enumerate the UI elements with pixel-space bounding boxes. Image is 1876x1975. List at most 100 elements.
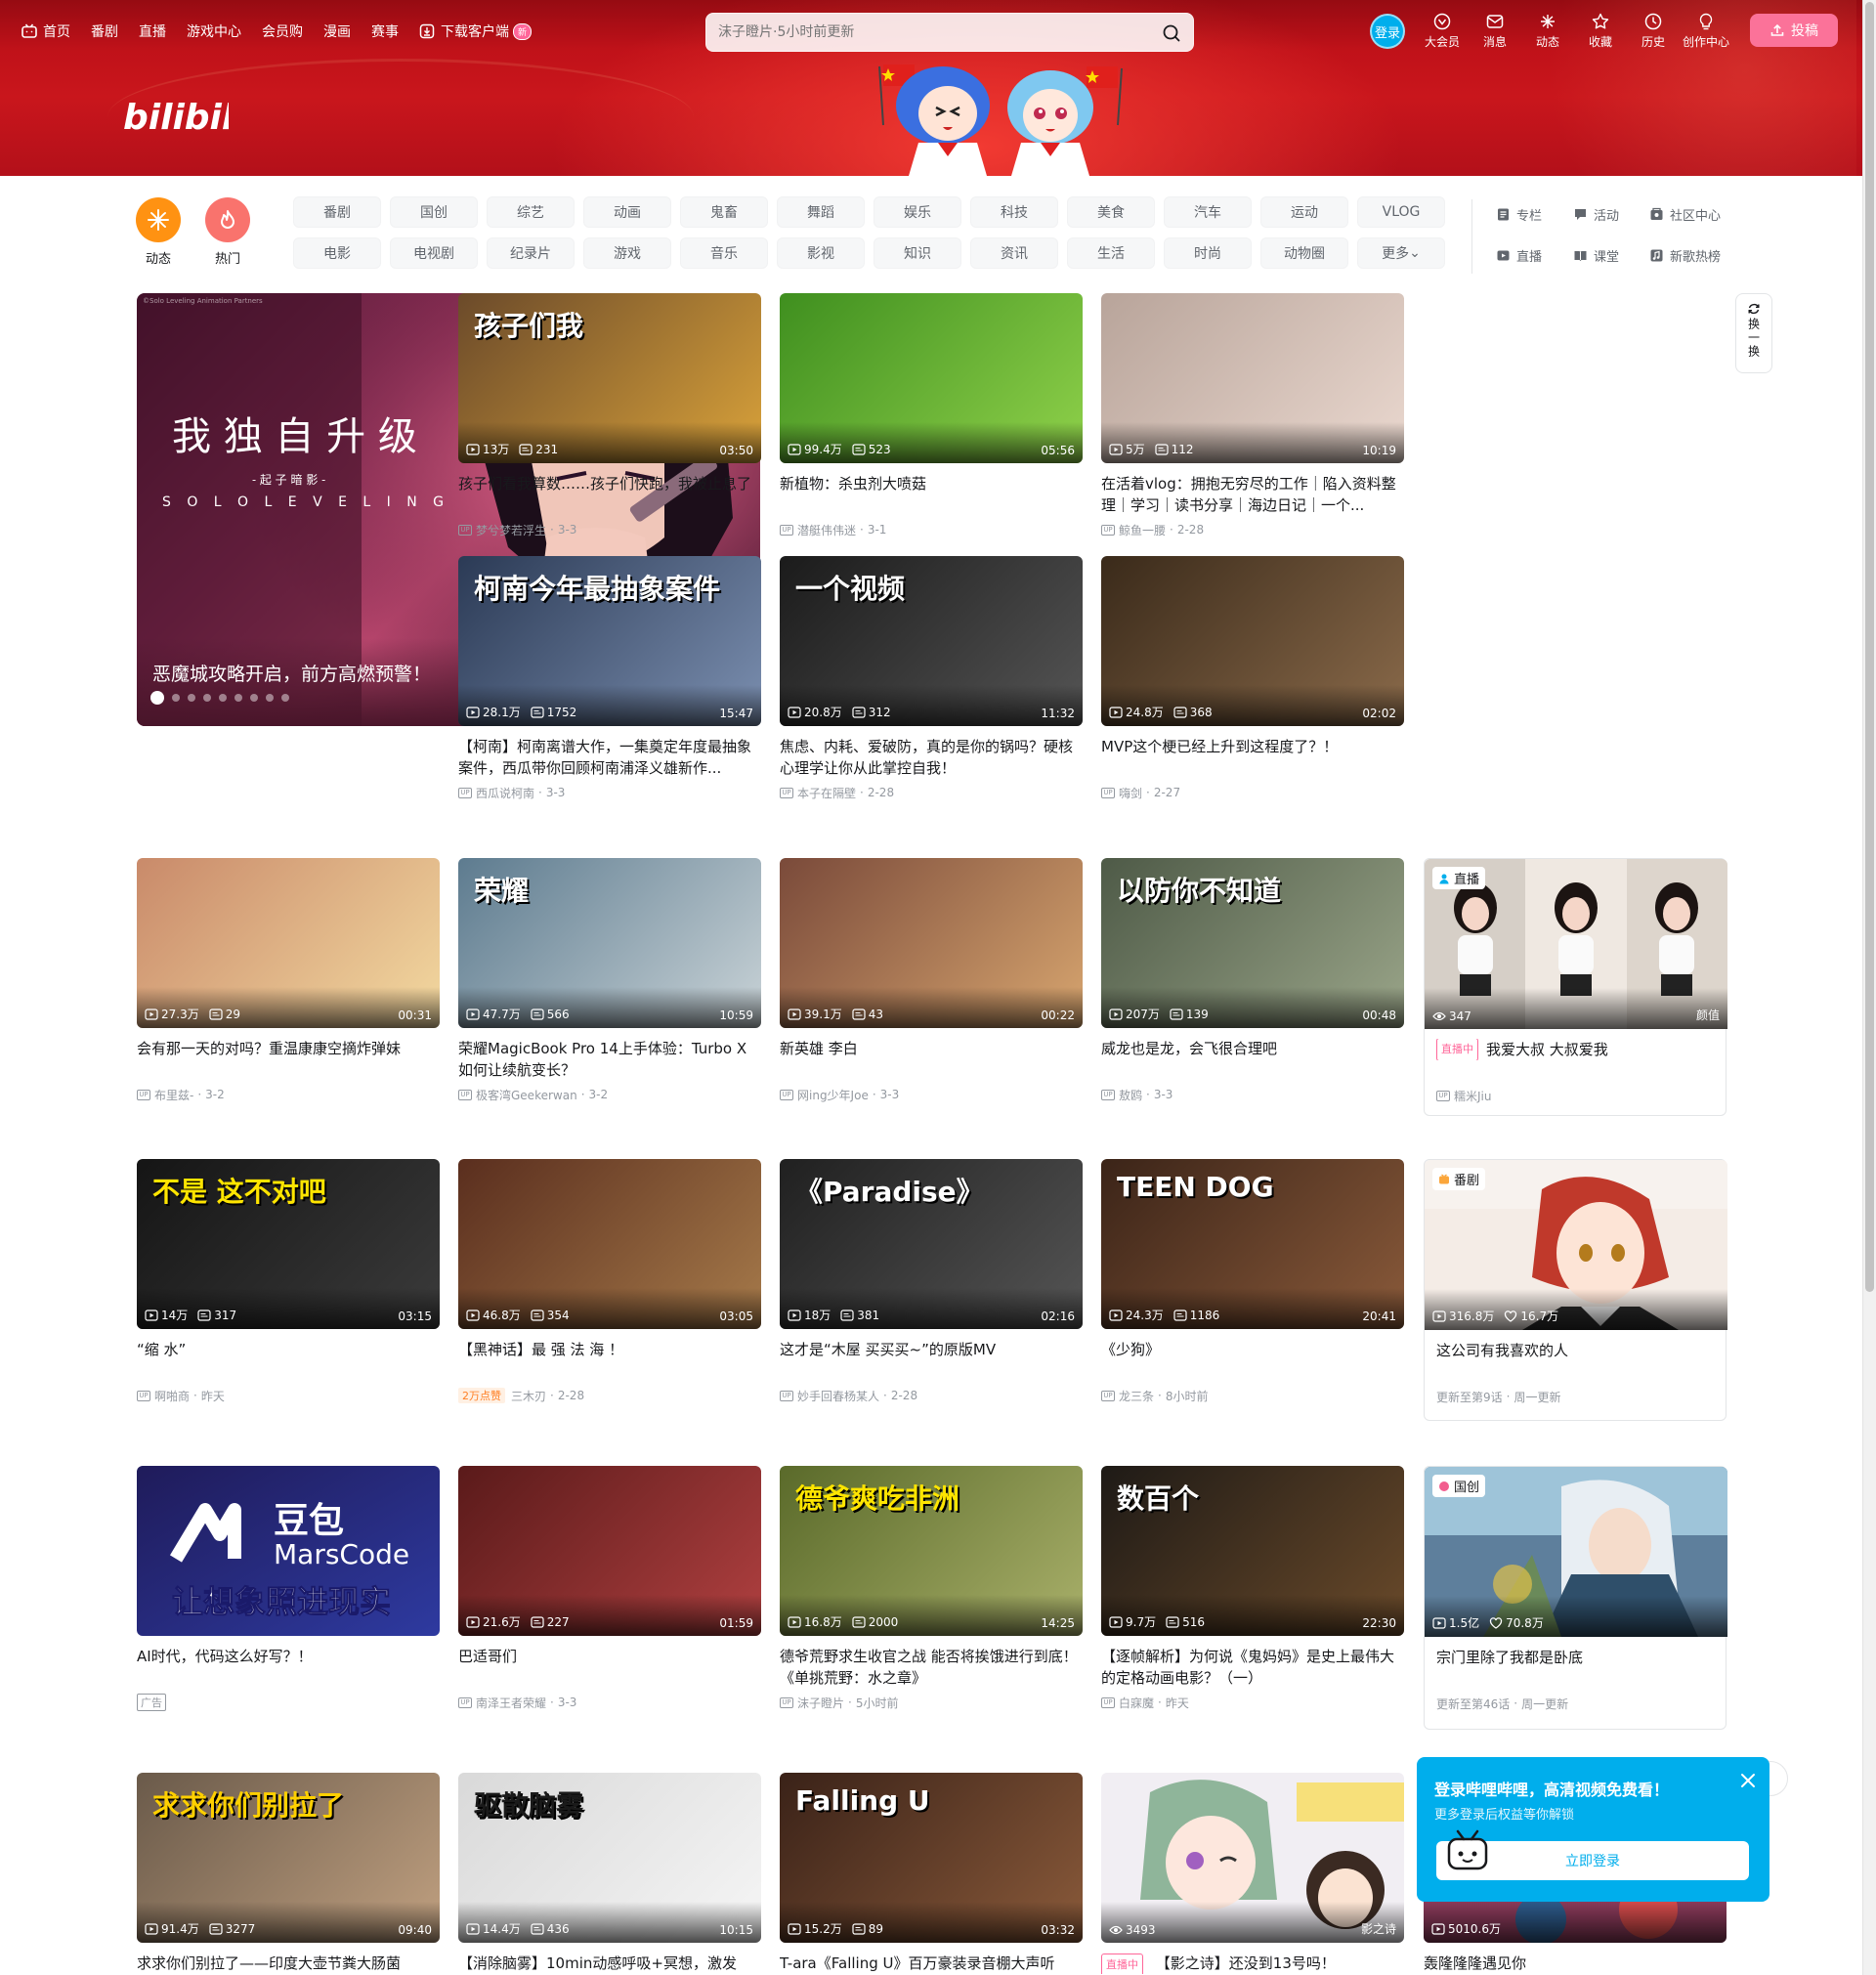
video-thumbnail[interactable]: 德爷爽吃非洲 16.8万 2000 14:25 <box>780 1466 1083 1636</box>
video-card[interactable]: 5万 112 10:19 在活着vlog：拥抱无穷尽的工作｜陷入资料整理｜学习｜读书分… <box>1101 293 1404 537</box>
nav-game-center[interactable]: 游戏中心 <box>187 21 241 41</box>
channel-chip[interactable]: 综艺 <box>487 196 575 228</box>
channel-chip[interactable]: 汽车 <box>1164 196 1252 228</box>
video-thumbnail[interactable]: 数百个 9.7万 516 22:30 <box>1101 1466 1404 1636</box>
carousel-dot[interactable] <box>188 694 195 702</box>
channel-chip[interactable]: 国创 <box>390 196 478 228</box>
carousel-dot[interactable] <box>234 694 242 702</box>
video-card[interactable]: 驱散脑雾 14.4万 436 10:15 【消除脑雾】10min动感呼吸+冥想，激发 <box>458 1773 761 1975</box>
up-name[interactable]: 敖鸥 <box>1119 1087 1142 1103</box>
nav-mall[interactable]: 会员购 <box>262 21 303 41</box>
up-name[interactable]: 南泽王者荣耀 <box>476 1695 546 1711</box>
channel-chip[interactable]: 鬼畜 <box>680 196 768 228</box>
video-title[interactable]: 新植物：杀虫剂大喷菇 <box>780 473 1083 516</box>
carousel-dot[interactable] <box>219 694 227 702</box>
video-title[interactable]: T-ara《Falling U》百万豪装录音棚大声听 <box>780 1953 1083 1975</box>
channel-chip[interactable]: 运动 <box>1260 196 1348 228</box>
video-thumbnail[interactable]: 荣耀 47.7万 566 10:59 <box>458 858 761 1028</box>
link-classroom[interactable]: 课堂 <box>1573 246 1619 265</box>
video-thumbnail[interactable]: Falling U 15.2万 89 03:32 <box>780 1773 1083 1943</box>
video-thumbnail[interactable]: 柯南今年最抽象案件 28.1万 1752 15:47 <box>458 556 761 726</box>
video-title[interactable]: 【黑神话】最 强 法 海 ！ <box>458 1339 761 1382</box>
link-live[interactable]: 直播 <box>1496 246 1542 265</box>
channel-chip[interactable]: 纪录片 <box>487 237 575 269</box>
guochuang-card[interactable]: 国创 1.5亿 70.8万 宗门里除了我都是卧底 更新至第46话 · 周一更新 <box>1424 1466 1727 1730</box>
up-name[interactable]: 白寐魔 <box>1119 1695 1154 1711</box>
video-thumbnail[interactable]: 21.6万 227 01:59 <box>458 1466 761 1636</box>
video-thumbnail[interactable]: TEEN DOG 24.3万 1186 20:41 <box>1101 1159 1404 1329</box>
carousel-dot[interactable] <box>203 694 211 702</box>
channel-chip[interactable]: 动画 <box>583 196 671 228</box>
channel-chip[interactable]: 娱乐 <box>874 196 961 228</box>
video-title[interactable]: 【消除脑雾】10min动感呼吸+冥想，激发 <box>458 1953 761 1975</box>
channel-chip[interactable]: 美食 <box>1067 196 1155 228</box>
video-title[interactable]: 荣耀MagicBook Pro 14上手体验：Turbo X如何让续航变长？ <box>458 1038 761 1081</box>
up-name[interactable]: 梦兮梦若浮生 <box>476 522 546 538</box>
nav-download-client[interactable]: 下载客户端 新 <box>419 21 533 41</box>
nav-manga[interactable]: 漫画 <box>323 21 351 41</box>
video-title[interactable]: 求求你们别拉了——印度大壶节粪大肠菌 <box>137 1953 440 1975</box>
channel-chip[interactable]: VLOG <box>1357 196 1445 228</box>
video-thumbnail[interactable]: 求求你们别拉了 91.4万 3277 09:40 <box>137 1773 440 1943</box>
guochuang-thumbnail[interactable]: 国创 1.5亿 70.8万 <box>1425 1467 1727 1637</box>
channel-chip[interactable]: 资讯 <box>970 237 1058 269</box>
up-name[interactable]: 布里兹- <box>154 1087 193 1103</box>
nav-live[interactable]: 直播 <box>139 21 166 41</box>
up-name[interactable]: 三木刃 <box>511 1388 546 1404</box>
video-card[interactable]: 27.3万 29 00:31 会有那一天的对吗？重温康康空摘炸弹妹 UP 布里兹- · 3-2 <box>137 858 440 1102</box>
video-title[interactable]: 【逐帧解析】为何说《鬼妈妈》是史上最伟大的定格动画电影？（一） <box>1101 1646 1404 1689</box>
carousel-dot[interactable] <box>172 694 180 702</box>
video-card[interactable]: Falling U 15.2万 89 03:32 T-ara《Falling U》百万豪… <box>780 1773 1083 1975</box>
channel-chip[interactable]: 科技 <box>970 196 1058 228</box>
video-card[interactable]: 荣耀 47.7万 566 10:59 荣耀MagicBook Pro 14上手体验：Tu… <box>458 858 761 1102</box>
channel-chip[interactable]: 影视 <box>777 237 865 269</box>
nav-favorites[interactable]: 收藏 <box>1574 12 1627 50</box>
channel-chip[interactable]: 知识 <box>874 237 961 269</box>
video-title[interactable]: 孩子们看我算数……孩子们快跑，我被止息了 <box>458 473 761 516</box>
live-card[interactable]: 直播 347 颜值 直播中 我爱大叔 大叔爱我 UP 糯米Jiu <box>1424 858 1727 1116</box>
nav-dynamic[interactable]: 动态 <box>1521 12 1574 50</box>
login-avatar[interactable]: 登录 <box>1370 14 1405 49</box>
up-name[interactable]: 妙手回春杨某人 <box>797 1388 879 1404</box>
bangumi-title[interactable]: 这公司有我喜欢的人 <box>1436 1340 1568 1361</box>
video-title[interactable]: 新英雄 李白 <box>780 1038 1083 1081</box>
up-name[interactable]: 潜艇伟伟迷 <box>797 522 856 538</box>
bilibili-logo[interactable]: bilibili <box>121 90 229 143</box>
hot-big-button[interactable]: 热门 <box>198 197 257 267</box>
carousel-dot[interactable] <box>150 691 164 705</box>
video-card[interactable]: 不是 这不对吧 14万 317 03:15 “缩 水” UP 啊啪商 · 昨天 <box>137 1159 440 1403</box>
nav-creator-center[interactable]: 创作中心 <box>1680 12 1732 50</box>
channel-chip[interactable]: 音乐 <box>680 237 768 269</box>
close-icon[interactable] <box>1738 1771 1758 1790</box>
video-title[interactable]: 德爷荒野求生收官之战 能否将挨饿进行到底！《单挑荒野：水之章》 <box>780 1646 1083 1689</box>
video-card[interactable]: 21.6万 227 01:59 巴适哥们 UP 南泽王者荣耀 · 3-3 <box>458 1466 761 1710</box>
channel-chip[interactable]: 游戏 <box>583 237 671 269</box>
video-card[interactable]: 数百个 9.7万 516 22:30 【逐帧解析】为何说《鬼妈妈》是史上最伟大的定格动画… <box>1101 1466 1404 1710</box>
vertical-scrollbar[interactable] <box>1862 0 1876 1975</box>
extra-title[interactable]: 轰隆隆隆遇见你 <box>1424 1954 1526 1972</box>
video-card[interactable]: 以防你不知道 207万 139 00:48 威龙也是龙，会飞很合理吧 UP 敖鸥 · 3-3 <box>1101 858 1404 1102</box>
video-title[interactable]: “缩 水” <box>137 1339 440 1382</box>
video-title[interactable]: 会有那一天的对吗？重温康康空摘炸弹妹 <box>137 1038 440 1081</box>
video-title[interactable]: 这才是“木屋 买买买~”的原版MV <box>780 1339 1083 1382</box>
ad-card[interactable]: 豆包 MarsCode 让想象照进现实 AI时代，代码这么好写？！ 广告 <box>137 1466 440 1711</box>
video-thumbnail[interactable]: 5万 112 10:19 <box>1101 293 1404 463</box>
bangumi-card[interactable]: 番剧 316.8万 16.7万 这公司有我喜欢的人 更新至第9话 · 周一更新 <box>1424 1159 1727 1421</box>
refresh-button[interactable]: 换一换 <box>1735 293 1772 373</box>
channel-chip[interactable]: 时尚 <box>1164 237 1252 269</box>
channel-chip[interactable]: 电影 <box>293 237 381 269</box>
live2-thumbnail[interactable]: 3493 影之诗 <box>1101 1773 1404 1943</box>
nav-vip[interactable]: 大会员 <box>1416 12 1469 50</box>
video-card[interactable]: 柯南今年最抽象案件 28.1万 1752 15:47 【柯南】柯南离谱大作，一集奠定年度… <box>458 556 761 800</box>
video-card[interactable]: TEEN DOG 24.3万 1186 20:41 《少狗》 UP 龙三条 · 8小时前 <box>1101 1159 1404 1403</box>
video-thumbnail[interactable]: 《Paradise》 18万 381 02:16 <box>780 1159 1083 1329</box>
dynamic-big-button[interactable]: 动态 <box>129 197 188 267</box>
channel-chip[interactable]: 舞蹈 <box>777 196 865 228</box>
link-column[interactable]: 专栏 <box>1496 205 1542 224</box>
upload-button[interactable]: 投稿 <box>1750 14 1838 47</box>
nav-message[interactable]: 消息 <box>1469 12 1521 50</box>
up-name[interactable]: 鲸鱼一腰 <box>1119 522 1166 538</box>
bangumi-thumbnail[interactable]: 番剧 316.8万 16.7万 <box>1425 1160 1727 1330</box>
video-thumbnail[interactable]: 一个视频 20.8万 312 11:32 <box>780 556 1083 726</box>
ad-title[interactable]: AI时代，代码这么好写？！ <box>137 1648 313 1665</box>
